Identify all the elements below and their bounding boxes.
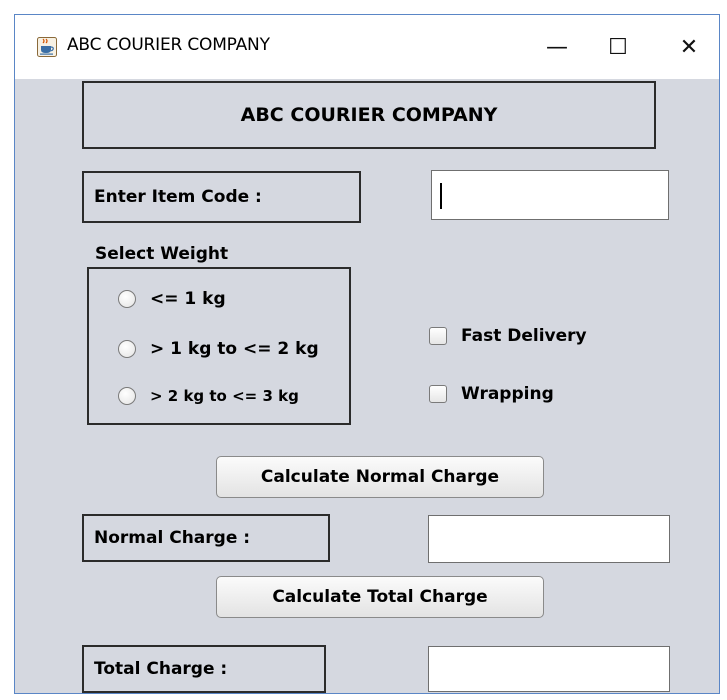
item-code-label: Enter Item Code :: [94, 187, 262, 207]
wrapping-label: Wrapping: [461, 384, 554, 404]
total-charge-label-box: Total Charge :: [82, 645, 326, 693]
window-title: ABC COURIER COMPANY: [67, 35, 270, 55]
close-button[interactable]: ✕: [669, 27, 709, 67]
radio-label: <= 1 kg: [150, 289, 226, 309]
maximize-icon: ☐: [608, 34, 628, 60]
java-cup-icon: [37, 37, 57, 57]
radio-label: > 1 kg to <= 2 kg: [150, 339, 319, 359]
calculate-total-charge-button[interactable]: Calculate Total Charge: [216, 576, 544, 618]
total-charge-output[interactable]: [428, 646, 670, 692]
item-code-input[interactable]: [431, 170, 669, 220]
maximize-button[interactable]: ☐: [598, 27, 638, 67]
radio-label: > 2 kg to <= 3 kg: [150, 387, 299, 405]
fast-delivery-checkbox[interactable]: Fast Delivery: [429, 326, 587, 346]
weight-radio-group: <= 1 kg > 1 kg to <= 2 kg > 2 kg to <= 3…: [87, 267, 351, 425]
select-weight-label: Select Weight: [95, 244, 229, 264]
radio-button[interactable]: [118, 290, 136, 308]
header-title-box: ABC COURIER COMPANY: [82, 81, 656, 149]
normal-charge-output[interactable]: [428, 515, 670, 563]
item-code-label-box: Enter Item Code :: [82, 171, 361, 223]
calculate-normal-charge-button[interactable]: Calculate Normal Charge: [216, 456, 544, 498]
text-caret: [440, 183, 442, 209]
title-bar[interactable]: ABC COURIER COMPANY — ☐ ✕: [15, 15, 719, 79]
radio-weight-1[interactable]: <= 1 kg: [118, 289, 226, 309]
header-title: ABC COURIER COMPANY: [240, 104, 498, 126]
app-window: ABC COURIER COMPANY — ☐ ✕ ABC COURIER CO…: [14, 14, 720, 694]
radio-button[interactable]: [118, 340, 136, 358]
checkbox[interactable]: [429, 385, 447, 403]
fast-delivery-label: Fast Delivery: [461, 326, 587, 346]
radio-button[interactable]: [118, 387, 136, 405]
normal-charge-label: Normal Charge :: [94, 528, 251, 548]
radio-weight-3[interactable]: > 2 kg to <= 3 kg: [118, 387, 299, 405]
wrapping-checkbox[interactable]: Wrapping: [429, 384, 554, 404]
close-icon: ✕: [679, 34, 699, 60]
checkbox[interactable]: [429, 327, 447, 345]
total-charge-label: Total Charge :: [94, 659, 228, 679]
form-panel: ABC COURIER COMPANY Enter Item Code : Se…: [15, 79, 719, 693]
normal-charge-label-box: Normal Charge :: [82, 514, 330, 562]
minimize-icon: —: [546, 34, 568, 60]
radio-weight-2[interactable]: > 1 kg to <= 2 kg: [118, 339, 319, 359]
minimize-button[interactable]: —: [537, 27, 577, 67]
